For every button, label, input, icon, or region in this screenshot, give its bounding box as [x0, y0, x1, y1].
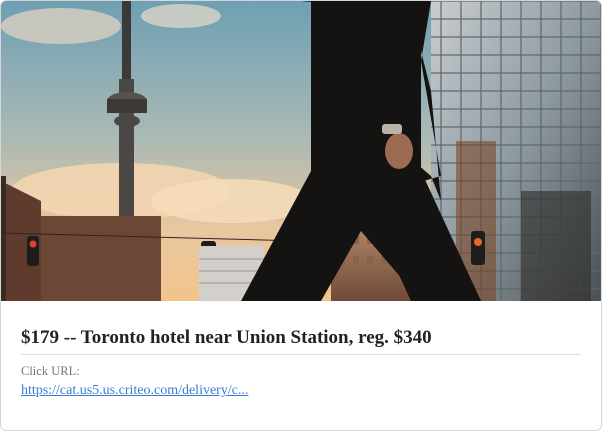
cn-tower-spire: [122, 1, 131, 81]
click-url-link[interactable]: https://cat.us5.us.criteo.com/delivery/c…: [21, 382, 248, 400]
hero-image[interactable]: [1, 1, 601, 301]
ad-title[interactable]: $179 -- Toronto hotel near Union Station…: [21, 326, 581, 350]
title-divider: [21, 354, 581, 355]
ad-card[interactable]: $179 -- Toronto hotel near Union Station…: [0, 0, 602, 431]
ad-body: $179 -- Toronto hotel near Union Station…: [21, 301, 581, 400]
click-url-label: Click URL:: [21, 364, 80, 378]
hero-photo: [1, 1, 601, 301]
